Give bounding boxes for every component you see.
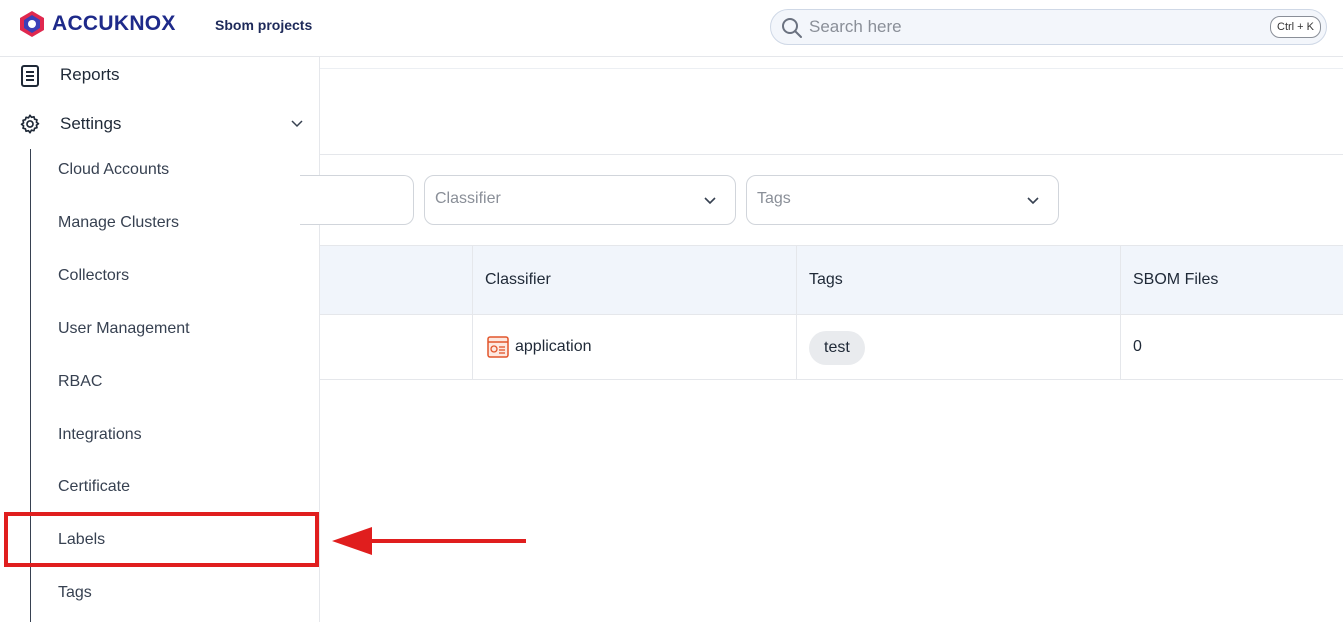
- column-divider: [472, 246, 473, 315]
- table-row[interactable]: application test 0: [320, 314, 1343, 380]
- highlight-annotation-box: [4, 512, 319, 567]
- sidebar-subitem-integrations[interactable]: Integrations: [58, 426, 142, 444]
- application-icon: [487, 336, 509, 358]
- column-header-sbom-files[interactable]: SBOM Files: [1133, 271, 1218, 289]
- accuknox-logo[interactable]: ACCUKNOX: [18, 10, 176, 38]
- sidebar-subitem-collectors[interactable]: Collectors: [58, 267, 129, 285]
- sidebar-item-reports[interactable]: Reports: [0, 59, 320, 93]
- classifier-placeholder: Classifier: [435, 190, 501, 207]
- column-divider: [472, 315, 473, 380]
- column-divider: [796, 315, 797, 380]
- search-filter-input[interactable]: [300, 175, 414, 225]
- chevron-down-icon: [704, 197, 716, 205]
- brand-name: ACCUKNOX: [52, 12, 176, 35]
- report-document-icon: [21, 65, 39, 87]
- chevron-up-icon: [291, 120, 303, 128]
- search-icon: [782, 18, 802, 38]
- sbom-files-count: 0: [1133, 338, 1142, 355]
- sidebar-subitem-user-management[interactable]: User Management: [58, 320, 190, 338]
- column-divider: [1120, 246, 1121, 315]
- chevron-down-icon: [1027, 197, 1039, 205]
- classifier-dropdown[interactable]: Classifier: [424, 175, 736, 225]
- logo-hexagon-icon: [20, 11, 44, 37]
- table-header: Classifier Tags SBOM Files: [320, 245, 1343, 315]
- keyboard-shortcut-badge: Ctrl + K: [1270, 16, 1321, 38]
- sidebar-subitem-cloud-accounts[interactable]: Cloud Accounts: [58, 161, 169, 179]
- column-divider: [1120, 315, 1121, 380]
- classifier-value: application: [515, 338, 592, 355]
- tag-chip: test: [809, 331, 865, 365]
- sidebar-subitem-manage-clusters[interactable]: Manage Clusters: [58, 214, 179, 232]
- main-header-divider: [320, 68, 1343, 69]
- tags-dropdown[interactable]: Tags: [746, 175, 1059, 225]
- top-bar: ACCUKNOX Sbom projects Ctrl + K: [0, 0, 1343, 57]
- sidebar-item-label: Settings: [60, 114, 122, 133]
- breadcrumb[interactable]: Sbom projects: [215, 17, 312, 33]
- main-toolbar-divider: [320, 154, 1343, 155]
- gear-icon: [20, 114, 40, 134]
- annotation-arrow-icon: [332, 527, 526, 555]
- tags-placeholder: Tags: [757, 190, 791, 207]
- search-bar[interactable]: Ctrl + K: [770, 9, 1327, 45]
- search-input[interactable]: [809, 15, 1259, 39]
- column-divider: [796, 246, 797, 315]
- sidebar-subitem-tags[interactable]: Tags: [58, 584, 92, 602]
- sidebar-subitem-rbac[interactable]: RBAC: [58, 373, 102, 391]
- sidebar-item-settings[interactable]: Settings: [0, 107, 320, 141]
- sidebar-item-label: Reports: [60, 65, 120, 84]
- column-header-tags[interactable]: Tags: [809, 271, 843, 289]
- column-header-classifier[interactable]: Classifier: [485, 271, 551, 289]
- sidebar-subitem-certificate[interactable]: Certificate: [58, 478, 130, 496]
